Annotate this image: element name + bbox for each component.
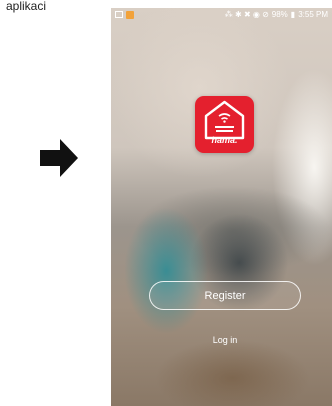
app-notification-icon bbox=[126, 10, 134, 19]
arrow-right-icon bbox=[40, 139, 78, 177]
login-link[interactable]: Log in bbox=[186, 332, 264, 348]
battery-icon: ▮ bbox=[290, 10, 296, 19]
battery-percent: 98% bbox=[271, 10, 288, 19]
phone-screen: ⁂ ✱ ✖ ◉ ⊘ 98% ▮ 3:55 PM hama. Register L… bbox=[111, 8, 332, 406]
status-icons: ⁂ ✱ ✖ ◉ ⊘ bbox=[224, 10, 269, 19]
gallery-icon bbox=[115, 11, 123, 18]
app-logo: hama. bbox=[195, 96, 254, 153]
brand-logo: hama. bbox=[211, 135, 238, 145]
clock: 3:55 PM bbox=[298, 10, 328, 19]
register-button[interactable]: Register bbox=[149, 281, 301, 310]
caption-text: aplikaci bbox=[6, 0, 47, 13]
status-bar: ⁂ ✱ ✖ ◉ ⊘ 98% ▮ 3:55 PM bbox=[111, 8, 332, 21]
